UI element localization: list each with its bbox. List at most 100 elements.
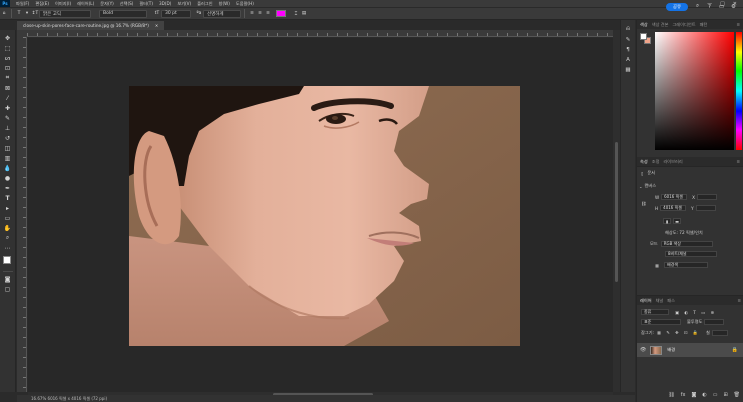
panel-menu-icon[interactable]: ≡: [736, 22, 740, 27]
align-center-icon[interactable]: ≡: [256, 10, 264, 18]
link-layers-icon[interactable]: ⛓: [668, 392, 674, 398]
menu-help[interactable]: 도움말(H): [236, 1, 254, 7]
filter-icons[interactable]: ▣ ◐ T ▭ ⊕: [675, 310, 716, 315]
panel-menu-icon[interactable]: ≡: [737, 298, 741, 303]
history-brush-icon[interactable]: ↺: [2, 133, 14, 143]
zoom-tool-icon[interactable]: ⌕: [2, 233, 14, 243]
hand-tool-icon[interactable]: ✋: [2, 223, 14, 233]
share-button[interactable]: 공유: [666, 3, 688, 11]
mode-select[interactable]: RGB 색상: [660, 241, 713, 247]
clone-stamp-icon[interactable]: ⊥: [2, 123, 14, 133]
landscape-icon[interactable]: ▬: [673, 218, 681, 224]
bit-depth-select[interactable]: 8비트/채널: [665, 251, 717, 257]
tab-channels[interactable]: 채널: [656, 298, 664, 304]
new-layer-icon[interactable]: ⊞: [723, 392, 727, 398]
layer-kind-filter[interactable]: 종류: [641, 309, 669, 315]
tab-properties[interactable]: 속성: [640, 159, 648, 165]
font-size-select[interactable]: 30 pt: [161, 9, 191, 18]
y-field[interactable]: [695, 205, 716, 211]
trash-icon[interactable]: 🗑: [734, 392, 740, 398]
tab-libraries[interactable]: 라이브러리: [663, 159, 682, 165]
x-field[interactable]: [697, 194, 718, 200]
menu-type[interactable]: 문자(Y): [100, 1, 114, 7]
tab-layers[interactable]: 레이어: [640, 298, 652, 304]
menu-view[interactable]: 보기(V): [177, 1, 191, 7]
frame-tool-icon[interactable]: ⊠: [2, 83, 14, 93]
tab-color[interactable]: 색상: [640, 22, 648, 28]
group-icon[interactable]: ▭: [713, 392, 718, 398]
color-swatches[interactable]: [1, 255, 15, 269]
menu-plugins[interactable]: 플러그인: [197, 1, 212, 7]
object-select-tool-icon[interactable]: ⊡: [2, 63, 14, 73]
foreground-color[interactable]: [640, 33, 647, 40]
text-orientation-icon[interactable]: ↕T: [31, 10, 39, 18]
healing-brush-icon[interactable]: ✚: [2, 103, 14, 113]
blend-mode-select[interactable]: 표준: [641, 319, 681, 325]
dodge-tool-icon[interactable]: ●: [2, 173, 14, 183]
tab-patterns[interactable]: 패턴: [700, 22, 708, 28]
vertical-ruler[interactable]: [17, 37, 27, 392]
foreground-color[interactable]: [2, 256, 11, 264]
scroll-thumb[interactable]: [615, 142, 618, 282]
rectangle-tool-icon[interactable]: ▭: [2, 213, 14, 223]
tab-swatches[interactable]: 색상 견본: [652, 22, 669, 28]
brush-tool-icon[interactable]: ✎: [2, 113, 14, 123]
crop-tool-icon[interactable]: ⌗: [2, 73, 14, 83]
move-tool-icon[interactable]: ✥: [2, 33, 14, 43]
antialias-select[interactable]: 선명하게: [203, 9, 241, 18]
chevron-down-icon[interactable]: ⌄: [639, 184, 643, 189]
add-mask-icon[interactable]: ◙: [691, 392, 696, 398]
pen-tool-icon[interactable]: ✒: [2, 183, 14, 193]
tab-gradients[interactable]: 그레이디언트: [672, 22, 695, 28]
hue-slider[interactable]: [736, 32, 742, 150]
more-tools-icon[interactable]: ⋯: [2, 243, 14, 253]
workspace-icon[interactable]: ▭: [718, 3, 725, 10]
fill-swatch-icon[interactable]: ▦: [655, 263, 659, 268]
panel-menu-icon[interactable]: ≡: [736, 159, 740, 164]
help-icon[interactable]: ?: [706, 3, 713, 10]
width-field[interactable]: 6016 픽셀: [661, 194, 688, 200]
font-style-select[interactable]: Bold: [99, 9, 147, 18]
menu-layer[interactable]: 레이어(L): [77, 1, 94, 7]
lasso-tool-icon[interactable]: ᔕ: [2, 53, 14, 63]
align-right-icon[interactable]: ≡: [264, 10, 272, 18]
warp-text-icon[interactable]: ⌶: [292, 10, 300, 18]
path-select-icon[interactable]: ▸: [2, 203, 14, 213]
home-icon[interactable]: ⌂: [0, 10, 8, 18]
canvas-section[interactable]: ⌄ 캔버스: [639, 183, 656, 189]
fill-field[interactable]: [711, 330, 728, 336]
document-tab[interactable]: close-up-skin-pores-face-care-routine.jp…: [17, 21, 165, 30]
color-picker-field[interactable]: [655, 32, 734, 150]
brush-panel-icon[interactable]: ✎: [626, 37, 631, 43]
chevron-down-icon[interactable]: ▾: [23, 10, 31, 18]
character-panel-icon[interactable]: A: [626, 57, 630, 63]
eraser-tool-icon[interactable]: ◫: [2, 143, 14, 153]
font-family-select[interactable]: 맑은 고딕: [39, 9, 91, 18]
text-color-swatch[interactable]: [276, 10, 286, 17]
menu-filter[interactable]: 필터(T): [139, 1, 153, 7]
tab-paths[interactable]: 패스: [667, 298, 675, 304]
eye-icon[interactable]: 👁: [640, 347, 646, 353]
tab-adjustments[interactable]: 조정: [652, 159, 660, 165]
adjustment-layer-icon[interactable]: ◐: [702, 392, 706, 398]
document-image[interactable]: [129, 86, 520, 346]
menu-edit[interactable]: 편집(E): [35, 1, 49, 7]
quick-mask-icon[interactable]: ◙: [2, 274, 14, 284]
layer-item-background[interactable]: 👁 배경 🔒: [637, 343, 743, 357]
align-left-icon[interactable]: ≡: [248, 10, 256, 18]
opacity-field[interactable]: [704, 319, 725, 325]
glyph-panel-icon[interactable]: ▦: [625, 67, 630, 73]
canvas-fill-select[interactable]: 배경색: [663, 262, 708, 268]
screen-mode-icon[interactable]: ▢: [2, 284, 14, 294]
lock-icons[interactable]: ▦ ✎ ✥ ⊡ 🔒: [657, 330, 700, 336]
history-panel-icon[interactable]: ⎌: [626, 26, 630, 33]
menu-window[interactable]: 창(W): [219, 1, 230, 7]
link-icon[interactable]: ⛓: [641, 201, 646, 207]
color-panel-swatches[interactable]: [640, 33, 652, 45]
vertical-scrollbar[interactable]: [613, 30, 620, 392]
type-tool-icon[interactable]: T: [2, 193, 14, 203]
height-field[interactable]: 4016 픽셀: [660, 205, 687, 211]
gradient-tool-icon[interactable]: ▥: [2, 153, 14, 163]
type-tool-icon[interactable]: T: [15, 10, 23, 18]
menu-file[interactable]: 파일(F): [16, 1, 29, 7]
